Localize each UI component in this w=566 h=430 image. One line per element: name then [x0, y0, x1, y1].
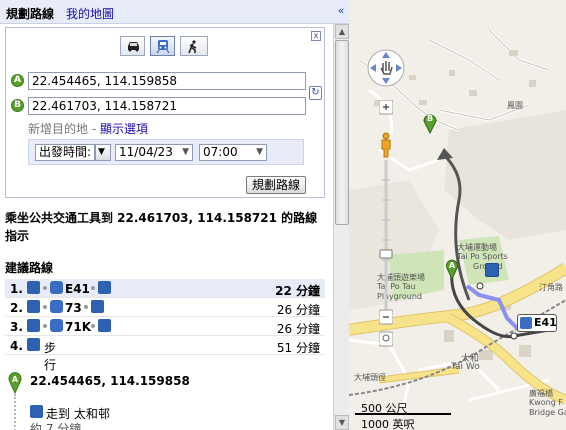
add-destination-link[interactable]: 新增目的地	[28, 122, 88, 136]
route-number: 2.	[10, 301, 23, 315]
route-label: E41	[65, 282, 90, 296]
scroll-down-icon[interactable]: ▼	[335, 415, 349, 430]
scroll-up-icon[interactable]: ▲	[335, 24, 349, 39]
time-value: 07:00	[203, 145, 238, 159]
separator-dot	[84, 305, 88, 309]
close-form-button[interactable]: x	[311, 31, 321, 41]
my-maps-link[interactable]: 我的地圖	[66, 5, 114, 22]
panel-scrollbar[interactable]: ▲ ▼	[333, 24, 349, 430]
map-label: 大埔頭徑	[354, 373, 386, 382]
walk-icon	[91, 300, 104, 313]
calendar-dropdown-icon[interactable]: ▼	[182, 145, 189, 160]
show-options-link[interactable]: 顯示選項	[100, 122, 148, 136]
pan-control[interactable]	[366, 48, 406, 88]
car-icon	[128, 42, 139, 52]
route-number: 3.	[10, 320, 23, 334]
zoom-slider-handle[interactable]	[379, 249, 393, 259]
route-option[interactable]: 4. 步行 51 分鐘	[5, 336, 325, 372]
panel-header: 規劃路線 我的地圖	[0, 0, 333, 24]
map-marker-a-icon[interactable]: A	[445, 258, 459, 280]
origin-input[interactable]	[28, 72, 306, 90]
route-duration: 51 分鐘	[276, 341, 320, 355]
map-marker-b-icon[interactable]: B	[422, 110, 438, 134]
map-scale: 500 公尺 1000 英呎	[355, 398, 455, 430]
route-number: 1.	[10, 282, 23, 296]
chevron-down-icon[interactable]: ▼	[95, 144, 111, 161]
scale-bar	[355, 413, 451, 415]
depart-time-select[interactable]: 出發時間:	[35, 144, 95, 161]
get-directions-button[interactable]: 規劃路線	[246, 176, 306, 194]
scale-imperial: 1000 英呎	[361, 418, 415, 430]
map-label: 汀角路	[539, 283, 563, 292]
separator-dot	[43, 286, 47, 290]
separator-dot	[91, 324, 95, 328]
map-marker-b-letter: B	[427, 114, 433, 123]
suggested-routes-heading: 建議路線	[5, 261, 54, 275]
route-option[interactable]: 3. 71K 26 分鐘	[5, 317, 325, 336]
separator-dot	[43, 305, 47, 309]
walk-icon	[98, 281, 111, 294]
results-title: 乘坐公共交通工具到 22.461703, 114.158721 的路線指示	[5, 211, 318, 243]
map-label: Tai Po Sports	[457, 252, 508, 261]
walk-mode-button[interactable]	[180, 36, 208, 56]
route-duration: 26 分鐘	[276, 303, 320, 317]
map-label: 鳳園	[507, 101, 523, 110]
bus-route-badge[interactable]: E41	[517, 314, 557, 332]
time-dropdown-icon[interactable]: ▼	[256, 145, 263, 160]
walk-icon	[30, 405, 43, 418]
swap-icon[interactable]: ↻	[309, 86, 322, 100]
panel-title: 規劃路線	[6, 7, 55, 21]
walk-icon	[188, 40, 197, 54]
map-label: Bridge Ga	[529, 408, 566, 417]
walk-icon	[27, 319, 40, 332]
step-connector	[14, 394, 16, 430]
directions-panel: 規劃路線 我的地圖 x A B	[0, 0, 333, 430]
route-number: 4.	[10, 339, 23, 353]
route-option[interactable]: 1. E41 22 分鐘	[5, 279, 325, 298]
bus-icon	[50, 300, 63, 313]
destination-marker-icon: B	[11, 99, 24, 112]
directions-form: x A B ↻ 新增目的地 - 顯示選項 出發時間: ▼ 11/04/23 ▼ …	[5, 27, 325, 198]
start-marker-letter: A	[12, 375, 19, 384]
route-option[interactable]: 2. 73 26 分鐘	[5, 298, 325, 317]
map-label: Kwong F	[529, 398, 563, 407]
bus-icon	[520, 317, 532, 329]
route-duration: 22 分鐘	[275, 284, 320, 298]
bus-icon	[50, 281, 63, 294]
map-marker-a-letter: A	[449, 261, 456, 270]
time-input[interactable]: 07:00 ▼	[199, 144, 267, 161]
route-label: 71K	[65, 320, 91, 334]
transit-mode-button[interactable]	[150, 36, 175, 56]
origin-marker-icon: A	[11, 74, 24, 87]
map-label: Tai Wo	[451, 362, 480, 372]
transit-icon	[156, 40, 170, 53]
walk-icon	[27, 338, 40, 351]
separator-dot	[43, 324, 47, 328]
date-value: 11/04/23	[119, 145, 173, 159]
start-marker-icon: A	[8, 372, 22, 394]
car-mode-button[interactable]	[120, 36, 145, 56]
bus-icon	[50, 319, 63, 332]
date-input[interactable]: 11/04/23 ▼	[115, 144, 193, 161]
walk-icon	[27, 281, 40, 294]
pegman-icon[interactable]	[378, 132, 394, 158]
walk-icon	[485, 263, 499, 277]
add-destination-row: 新增目的地 - 顯示選項	[28, 120, 148, 137]
route-duration: 26 分鐘	[276, 322, 320, 336]
bus-route-label: E41	[534, 316, 557, 329]
separator: -	[88, 122, 100, 136]
route-label: 步行	[44, 341, 57, 372]
time-options-bar: 出發時間: ▼ 11/04/23 ▼ 07:00 ▼	[28, 139, 304, 165]
walk-icon	[27, 300, 40, 313]
destination-input[interactable]	[28, 97, 306, 115]
scrollbar-thumb[interactable]	[335, 40, 349, 225]
route-label: 73	[65, 301, 82, 315]
start-coords: 22.454465, 114.159858	[30, 374, 190, 388]
collapse-panel-button[interactable]: «	[333, 0, 349, 24]
walk-icon	[98, 319, 111, 332]
step-walk-duration: 約 7 分鐘	[30, 422, 82, 430]
map-view[interactable]: 大埔運動場 Tai Po Sports Ground 大埔頭遊樂場 Tai Po…	[349, 0, 566, 430]
separator-dot	[91, 286, 95, 290]
